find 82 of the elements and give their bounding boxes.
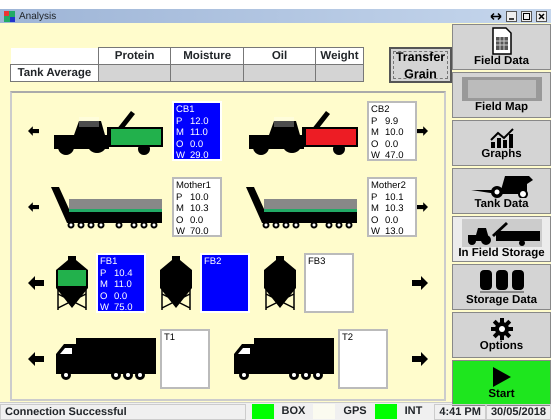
maximize-icon[interactable] <box>521 10 532 22</box>
column-header: Moisture <box>170 48 244 64</box>
info-panel[interactable]: T1 <box>160 329 210 389</box>
info-panel[interactable]: CB2 P 9.9 M 10.0 O 0.0 W 47.0 <box>367 101 417 161</box>
sidebar-button[interactable]: Tank Data <box>452 168 551 214</box>
resize-icon[interactable] <box>490 10 502 22</box>
info-title: CB2 <box>371 104 390 116</box>
status-label: GPS <box>342 404 368 420</box>
reading-line: P 10.0 <box>176 192 210 203</box>
silos-icon <box>478 268 526 294</box>
reading-line: P 12.0 <box>176 116 210 127</box>
sidebar-button[interactable]: Field Map <box>452 72 551 118</box>
column-header: Weight <box>315 48 364 64</box>
info-panel[interactable]: FB2 <box>200 253 250 313</box>
reading-line: P 9.9 <box>371 116 400 127</box>
table-cell <box>244 64 316 82</box>
info-panel[interactable]: Mother1 P 10.0 M 10.3 O 0.0 W 70.0 <box>172 177 222 237</box>
document-grid-icon <box>492 26 512 54</box>
info-title: T1 <box>164 332 176 344</box>
reading-line: M 10.0 <box>371 127 404 138</box>
right-arrow-icon[interactable] <box>412 276 428 290</box>
info-title: FB2 <box>204 256 222 268</box>
reading-line: W 75.0 <box>100 302 134 314</box>
table-cell <box>315 64 364 82</box>
window-title: Analysis <box>19 10 56 22</box>
info-panel[interactable]: FB3 <box>304 253 354 313</box>
right-arrow-icon[interactable] <box>417 124 428 138</box>
play-icon <box>492 366 512 388</box>
reading-line: M 11.0 <box>176 127 209 138</box>
right-arrow-icon[interactable] <box>417 200 428 214</box>
info-title: FB1 <box>100 256 118 268</box>
left-arrow-icon[interactable] <box>28 276 44 290</box>
info-title: CB1 <box>176 104 196 116</box>
transfer-grain-button[interactable]: Transfer Grain <box>389 47 452 83</box>
reading-line: W 47.0 <box>371 150 404 162</box>
reading-line: W 13.0 <box>371 226 404 238</box>
reading-line: M 10.3 <box>176 203 210 214</box>
column-header: Oil <box>244 48 316 64</box>
reading-line: M 11.0 <box>100 279 133 290</box>
info-title: FB3 <box>308 256 326 268</box>
sidebar-button[interactable]: Storage Data <box>452 264 551 310</box>
status-time: 4:41 PM <box>434 404 486 420</box>
status-label: INT <box>404 404 424 420</box>
status-label: BOX <box>280 404 306 420</box>
close-icon[interactable] <box>536 10 547 22</box>
left-arrow-icon[interactable] <box>28 352 44 366</box>
sidebar-button[interactable]: Start <box>452 360 551 406</box>
reading-line: O 0.0 <box>176 214 204 226</box>
reading-line: P 10.1 <box>371 192 404 203</box>
info-title: Mother1 <box>176 180 212 192</box>
reading-line: O 0.0 <box>371 214 400 226</box>
info-panel[interactable]: Mother2 P 10.1 M 10.3 O 0.0 W 13.0 <box>367 177 417 237</box>
sidebar-button[interactable]: Field Data <box>452 24 551 70</box>
info-panel[interactable]: T2 <box>338 329 388 389</box>
info-title: Mother2 <box>371 180 407 192</box>
status-message: Connection Successful <box>0 404 246 420</box>
info-panel[interactable]: FB1 P 10.4 M 11.0 O 0.0 W 75.0 <box>96 253 146 313</box>
chart-icon <box>488 126 514 148</box>
reading-line: W 70.0 <box>176 226 210 238</box>
row-label: Tank Average <box>10 64 98 82</box>
sidebar-button[interactable]: In Field Storage <box>452 216 551 262</box>
reading-line: O 0.0 <box>176 138 204 150</box>
left-arrow-icon[interactable] <box>28 124 39 138</box>
sidebar-button[interactable]: Graphs <box>452 120 551 166</box>
reading-line: O 0.0 <box>100 290 128 302</box>
left-arrow-icon[interactable] <box>28 200 39 214</box>
tractor-cart-icon <box>462 218 542 246</box>
reading-line: W 29.0 <box>176 150 210 162</box>
status-date: 30/05/2018 <box>486 404 551 420</box>
reading-line: M 10.3 <box>371 203 404 214</box>
map-photo-icon <box>462 76 542 100</box>
column-header: Protein <box>98 48 171 64</box>
right-arrow-icon[interactable] <box>412 352 428 366</box>
sidebar-button[interactable]: Options <box>452 312 551 358</box>
grain-bin-drawing <box>158 254 194 312</box>
grain-bin-drawing <box>262 254 298 312</box>
info-title: T2 <box>342 332 354 344</box>
reading-line: O 0.0 <box>371 138 400 150</box>
reading-line: P 10.4 <box>100 268 134 279</box>
info-panel[interactable]: CB1 P 12.0 M 11.0 O 0.0 W 29.0 <box>172 101 222 161</box>
minimize-icon[interactable] <box>506 10 517 22</box>
app-icon <box>4 10 15 22</box>
